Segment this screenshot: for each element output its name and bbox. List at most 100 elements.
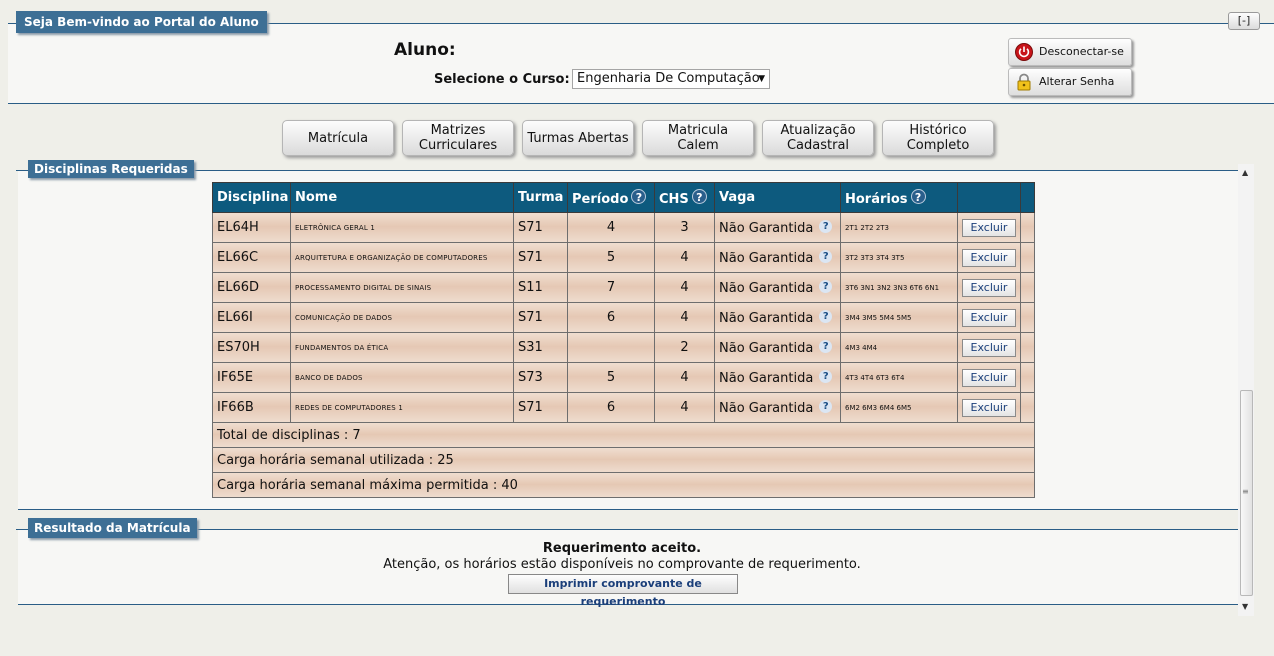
power-icon	[1015, 43, 1033, 61]
aluno-label: Aluno:	[394, 40, 456, 60]
nav-matrizes-button[interactable]: Matrizes Curriculares	[402, 120, 514, 156]
action-cell: Excluir	[957, 302, 1021, 333]
disciplina-code: EL66D	[212, 272, 291, 303]
col-turma: Turma	[513, 182, 568, 213]
action-cell: Excluir	[957, 272, 1021, 303]
vaga-text: Não Garantida	[719, 400, 814, 416]
print-receipt-button[interactable]: Imprimir comprovante de requerimento	[508, 574, 738, 608]
disconnect-button[interactable]: Desconectar-se	[1008, 38, 1132, 66]
carga-utilizada: Carga horária semanal utilizada : 25	[212, 447, 1035, 473]
chevron-down-icon: ▼	[758, 74, 765, 84]
summary-row: Carga horária semanal utilizada : 25	[212, 447, 1035, 473]
chs-cell: 3	[654, 212, 715, 243]
vaga-text: Não Garantida	[719, 340, 814, 356]
turma-cell: S71	[513, 302, 568, 333]
spacer-cell	[1020, 212, 1035, 243]
excluir-button[interactable]: Excluir	[962, 218, 1016, 237]
nav-matricula-calem-button[interactable]: Matricula Calem	[642, 120, 754, 156]
curso-select[interactable]: Engenharia De Computação ▼	[572, 69, 770, 89]
nav-turmas-abertas-button[interactable]: Turmas Abertas	[522, 120, 634, 156]
vaga-text: Não Garantida	[719, 280, 814, 296]
lock-icon	[1017, 73, 1031, 91]
help-icon[interactable]: ?	[819, 219, 833, 233]
panel-title: Seja Bem-vindo ao Portal do Aluno	[16, 11, 267, 33]
disciplina-name: COMUNICAÇÃO DE DADOS	[290, 302, 514, 333]
collapse-button[interactable]: [-]	[1228, 12, 1260, 30]
change-password-label: Alterar Senha	[1039, 75, 1115, 88]
help-icon[interactable]: ?	[819, 309, 833, 323]
periodo-cell	[567, 332, 655, 363]
table-row: EL66D PROCESSAMENTO DIGITAL DE SINAIS S1…	[212, 272, 1035, 303]
table-row: IF66B REDES DE COMPUTADORES 1 S71 6 4 Nã…	[212, 392, 1035, 423]
chs-cell: 4	[654, 362, 715, 393]
col-spacer	[1020, 182, 1035, 213]
help-icon[interactable]: ?	[631, 188, 647, 204]
chs-cell: 4	[654, 392, 715, 423]
table-header-row: Disciplina Nome Turma Período? CHS? Vaga…	[212, 182, 1035, 213]
col-vaga: Vaga	[714, 182, 841, 213]
resultado-status: Requerimento aceito.	[542, 541, 702, 556]
spacer-cell	[1020, 392, 1035, 423]
help-icon[interactable]: ?	[819, 339, 833, 353]
periodo-cell: 4	[567, 212, 655, 243]
excluir-button[interactable]: Excluir	[962, 398, 1016, 417]
turma-cell: S71	[513, 392, 568, 423]
content-scroll-area[interactable]: Disciplinas Requeridas Disciplina Nome T…	[16, 160, 1252, 616]
excluir-button[interactable]: Excluir	[962, 278, 1016, 297]
col-horarios: Horários?	[840, 182, 958, 213]
change-password-button[interactable]: Alterar Senha	[1008, 68, 1132, 96]
turma-cell: S31	[513, 332, 568, 363]
disconnect-label: Desconectar-se	[1039, 45, 1124, 58]
horarios-cell: 4T3 4T4 6T3 6T4	[840, 362, 958, 393]
disciplina-name: ARQUITETURA E ORGANIZAÇÃO DE COMPUTADORE…	[290, 242, 514, 273]
summary-row: Total de disciplinas : 7	[212, 422, 1035, 448]
chs-cell: 2	[654, 332, 715, 363]
carga-maxima: Carga horária semanal máxima permitida :…	[212, 472, 1035, 498]
excluir-button[interactable]: Excluir	[962, 248, 1016, 267]
periodo-cell: 5	[567, 242, 655, 273]
nav-matricula-button[interactable]: Matrícula	[282, 120, 394, 156]
action-cell: Excluir	[957, 362, 1021, 393]
disciplina-code: ES70H	[212, 332, 291, 363]
excluir-button[interactable]: Excluir	[962, 308, 1016, 327]
disciplinas-title: Disciplinas Requeridas	[28, 160, 194, 178]
help-icon[interactable]: ?	[819, 249, 833, 263]
total-disciplinas: Total de disciplinas : 7	[212, 422, 1035, 448]
vaga-cell: Não Garantida?	[714, 392, 841, 423]
turma-cell: S71	[513, 242, 568, 273]
disciplina-name: PROCESSAMENTO DIGITAL DE SINAIS	[290, 272, 514, 303]
excluir-button[interactable]: Excluir	[962, 368, 1016, 387]
vaga-text: Não Garantida	[719, 370, 814, 386]
spacer-cell	[1020, 272, 1035, 303]
scroll-up-icon[interactable]: ▲	[1242, 168, 1248, 177]
vaga-cell: Não Garantida?	[714, 242, 841, 273]
vaga-cell: Não Garantida?	[714, 362, 841, 393]
excluir-button[interactable]: Excluir	[962, 338, 1016, 357]
help-icon[interactable]: ?	[910, 188, 926, 204]
action-cell: Excluir	[957, 242, 1021, 273]
periodo-cell: 5	[567, 362, 655, 393]
action-cell: Excluir	[957, 212, 1021, 243]
curso-label: Selecione o Curso:	[434, 72, 570, 87]
help-icon[interactable]: ?	[691, 188, 707, 204]
disciplina-code: EL66I	[212, 302, 291, 333]
spacer-cell	[1020, 362, 1035, 393]
scroll-down-icon[interactable]: ▼	[1242, 602, 1248, 611]
nav-historico-button[interactable]: Histórico Completo	[882, 120, 994, 156]
table-row: IF65E BANCO DE DADOS S73 5 4 Não Garanti…	[212, 362, 1035, 393]
disciplina-name: FUNDAMENTOS DA ÉTICA	[290, 332, 514, 363]
disciplina-code: EL64H	[212, 212, 291, 243]
spacer-cell	[1020, 302, 1035, 333]
col-horarios-label: Horários	[845, 191, 908, 207]
help-icon[interactable]: ?	[819, 279, 833, 293]
help-icon[interactable]: ?	[819, 399, 833, 413]
grip-icon: ≡	[1242, 487, 1249, 496]
col-nome: Nome	[290, 182, 514, 213]
help-icon[interactable]: ?	[819, 369, 833, 383]
horarios-cell: 3M4 3M5 5M4 5M5	[840, 302, 958, 333]
horarios-cell: 6M2 6M3 6M4 6M5	[840, 392, 958, 423]
disciplinas-table: Disciplina Nome Turma Período? CHS? Vaga…	[212, 182, 1035, 498]
periodo-cell: 7	[567, 272, 655, 303]
nav-atualizacao-cadastral-button[interactable]: Atualização Cadastral	[762, 120, 874, 156]
resultado-title: Resultado da Matrícula	[28, 518, 197, 538]
